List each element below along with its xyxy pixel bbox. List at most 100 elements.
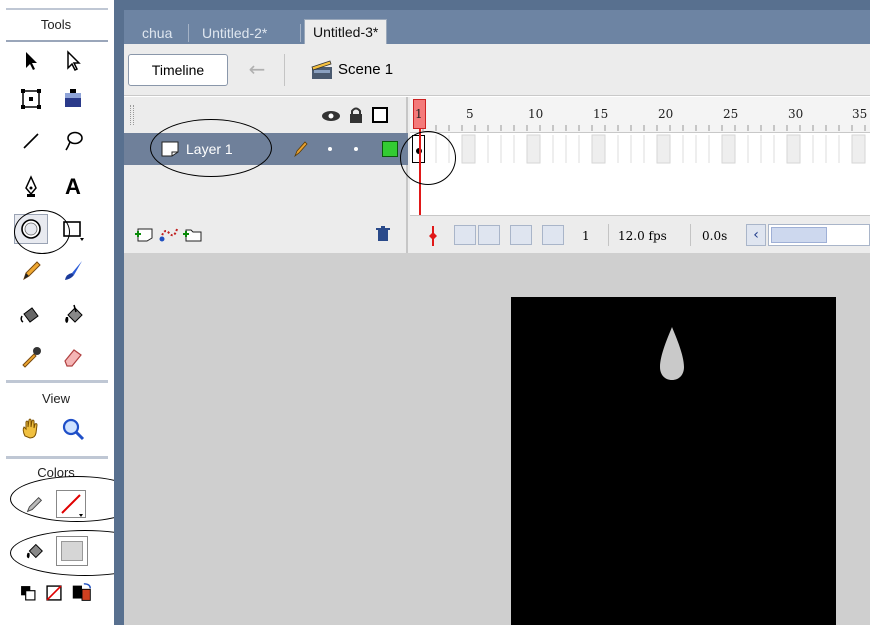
magnifier-icon	[62, 418, 85, 441]
ruler-label: 10	[528, 107, 544, 121]
paint-bucket-icon	[65, 304, 83, 323]
line-icon	[23, 133, 39, 149]
drop-shape[interactable]	[657, 325, 687, 381]
modify-onion-markers-button[interactable]	[542, 225, 564, 245]
center-frame-icon[interactable]	[426, 226, 440, 246]
eraser-icon	[64, 349, 82, 367]
scene-label[interactable]: Scene 1	[338, 58, 393, 82]
layer-color-swatch[interactable]	[382, 141, 398, 157]
layer-frames-row[interactable]	[410, 133, 870, 165]
edit-multiple-frames-button[interactable]	[510, 225, 532, 245]
document-tabs: chua Untitled-2* Untitled-3*	[124, 10, 870, 44]
add-motion-guide-icon[interactable]	[158, 225, 180, 243]
back-arrow-icon[interactable]: ←	[242, 58, 272, 82]
eyedropper-tool[interactable]	[14, 342, 48, 372]
panel-grip[interactable]	[130, 105, 134, 125]
black-white-button[interactable]	[18, 582, 38, 604]
lock-dot[interactable]	[354, 147, 358, 151]
free-transform-tool[interactable]	[14, 84, 48, 114]
ruler-label: 15	[593, 107, 609, 121]
elapsed-time: 0.0s	[702, 229, 728, 243]
window-frame-top	[124, 0, 870, 10]
ink-bottle-tool[interactable]	[14, 300, 48, 330]
hand-tool[interactable]	[14, 414, 48, 444]
annotation-ellipse-keyframe	[400, 131, 456, 185]
lasso-icon	[65, 131, 83, 151]
visibility-dot[interactable]	[328, 147, 332, 151]
pencil-edit-icon	[294, 141, 308, 158]
gradient-transform-tool[interactable]	[56, 84, 90, 114]
scroll-left-button[interactable]: ‹	[746, 224, 766, 246]
colors-divider	[6, 456, 108, 459]
clapperboard-icon	[311, 60, 332, 79]
tools-panel-title: Tools	[40, 17, 72, 32]
tools-header-divider	[6, 40, 108, 42]
brush-tool[interactable]	[56, 256, 90, 286]
swap-colors-icon	[72, 583, 91, 601]
lock-icon[interactable]	[348, 106, 364, 124]
status-separator	[690, 224, 691, 246]
text-tool[interactable]: A	[56, 172, 90, 202]
timeline-panel: Layer 1 1 5 10 15 20 25 30 35 1 12.0 fps…	[124, 97, 870, 253]
onion-skin-outlines-button[interactable]	[478, 225, 500, 245]
tab-separator	[188, 24, 189, 42]
status-separator	[608, 224, 609, 246]
paint-bucket-tool[interactable]	[56, 300, 90, 330]
tab-chua[interactable]: chua	[134, 22, 180, 44]
arrow-icon	[26, 52, 37, 70]
subselection-tool[interactable]	[56, 46, 90, 76]
layer-pane: Layer 1	[124, 97, 408, 253]
swap-colors-button[interactable]	[70, 582, 94, 604]
tab-untitled-2[interactable]: Untitled-2*	[194, 22, 275, 44]
brush-icon	[65, 261, 82, 280]
edit-bar: Timeline ← Scene 1	[124, 44, 870, 96]
pen-icon	[25, 175, 37, 197]
line-tool[interactable]	[14, 126, 48, 156]
tab-untitled-3[interactable]: Untitled-3*	[304, 19, 388, 44]
insert-folder-icon[interactable]	[182, 225, 204, 243]
tab-separator	[300, 24, 301, 42]
stage[interactable]	[511, 297, 836, 625]
view-divider	[6, 380, 108, 383]
timeline-status-bar: 1 12.0 fps 0.0s ‹	[410, 215, 870, 253]
pencil-icon	[23, 261, 41, 281]
hand-icon	[22, 418, 38, 439]
outline-icon[interactable]	[372, 107, 388, 123]
frame-cells	[410, 133, 870, 165]
timeline-button[interactable]: Timeline	[128, 54, 228, 86]
eyedropper-icon	[22, 347, 41, 368]
black-white-icon	[21, 586, 36, 601]
view-section-label: View	[42, 391, 70, 406]
hollow-arrow-icon	[67, 50, 81, 72]
transform-icon	[21, 89, 41, 109]
ruler-label: 1	[415, 107, 423, 121]
frame-rate[interactable]: 12.0 fps	[618, 226, 667, 246]
ruler-label: 25	[723, 107, 739, 121]
gradient-transform-icon	[65, 89, 81, 107]
layer-toolbar	[124, 215, 408, 253]
ruler-label: 30	[788, 107, 804, 121]
lasso-tool[interactable]	[56, 126, 90, 156]
pencil-tool[interactable]	[14, 256, 48, 286]
eye-icon[interactable]	[320, 109, 342, 123]
horizontal-scrollbar[interactable]	[768, 224, 870, 246]
selection-tool[interactable]	[14, 46, 48, 76]
editbar-separator	[284, 54, 285, 86]
onion-skin-button[interactable]	[454, 225, 476, 245]
no-color-button[interactable]	[44, 582, 64, 604]
pen-tool[interactable]	[14, 172, 48, 202]
insert-layer-icon[interactable]	[134, 225, 156, 243]
annotation-ellipse-oval-tool	[14, 210, 70, 254]
trash-icon[interactable]	[374, 225, 392, 243]
tools-top-divider	[6, 8, 108, 10]
no-color-icon	[46, 585, 62, 601]
frame-pane: 1 5 10 15 20 25 30 35 1 12.0 fps 0.0s ‹	[410, 97, 870, 253]
zoom-tool[interactable]	[56, 414, 90, 444]
scrollbar-thumb[interactable]	[771, 227, 827, 243]
frames-empty-area	[410, 165, 870, 215]
eraser-tool[interactable]	[56, 342, 90, 372]
text-icon: A	[65, 174, 81, 199]
frame-ruler[interactable]: 1 5 10 15 20 25 30 35	[410, 97, 870, 133]
tools-panel: Tools A View Colors	[0, 0, 160, 625]
ink-bottle-icon	[20, 307, 39, 323]
